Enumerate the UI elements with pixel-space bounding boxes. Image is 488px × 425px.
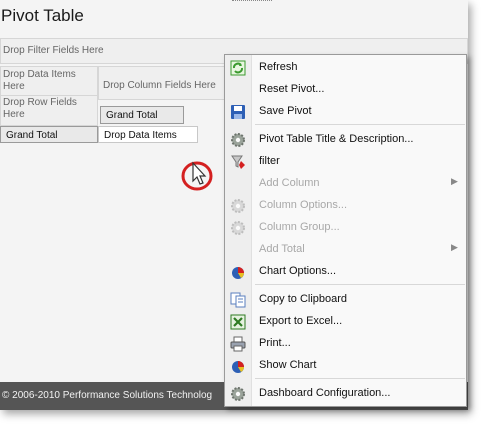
pie-chart-icon (232, 361, 244, 373)
menu-separator (255, 378, 465, 379)
submenu-arrow-icon: ▶ (451, 176, 458, 186)
menu-item-column-group[interactable]: Column Group... (225, 217, 466, 238)
data-items-cell[interactable]: Drop Data Items (98, 126, 198, 143)
submenu-arrow-icon: ▶ (451, 242, 458, 252)
menu-item-dashboard-configuration[interactable]: Dashboard Configuration... (225, 383, 466, 404)
resize-grip[interactable] (232, 0, 272, 4)
cursor-highlight-annotation (181, 161, 213, 191)
context-menu: Refresh Reset Pivot... Save Pivot Pivot … (224, 54, 467, 407)
menu-item-chart-options[interactable]: Chart Options... (225, 261, 466, 282)
menu-item-label: Chart Options... (259, 265, 337, 277)
menu-item-add-column[interactable]: Add Column ▶ (225, 173, 466, 194)
mouse-pointer-icon (192, 161, 207, 185)
menu-item-label: Dashboard Configuration... (259, 387, 391, 399)
menu-item-pivot-title-description[interactable]: Pivot Table Title & Description... (225, 129, 466, 150)
printer-icon (230, 336, 246, 352)
pie-chart-icon (232, 267, 244, 279)
excel-icon (230, 314, 246, 330)
menu-item-show-chart[interactable]: Show Chart (225, 355, 466, 376)
gear-icon (231, 221, 245, 235)
menu-item-add-total[interactable]: Add Total ▶ (225, 239, 466, 260)
menu-item-label: Copy to Clipboard (259, 293, 348, 305)
menu-item-label: Print... (259, 337, 291, 349)
menu-item-label: Refresh (259, 61, 298, 73)
filter-icon (231, 155, 245, 169)
gear-icon (231, 133, 245, 147)
menu-item-label: filter (259, 155, 280, 167)
menu-item-refresh[interactable]: Refresh (225, 57, 466, 78)
grand-total-column-header[interactable]: Grand Total (100, 106, 184, 124)
menu-item-label: Show Chart (259, 359, 317, 371)
copy-icon (230, 292, 246, 308)
menu-item-label: Pivot Table Title & Description... (259, 133, 414, 145)
refresh-icon (230, 60, 246, 76)
menu-item-label: Reset Pivot... (259, 83, 325, 95)
menu-item-label: Add Column (259, 177, 320, 189)
menu-item-print[interactable]: Print... (225, 333, 466, 354)
row-drop-zone[interactable]: Drop Row Fields Here (0, 96, 98, 126)
gear-icon (231, 387, 245, 401)
menu-item-label: Column Group... (259, 221, 340, 233)
menu-item-reset-pivot[interactable]: Reset Pivot... (225, 79, 466, 100)
menu-separator (255, 124, 465, 125)
grand-total-row-header[interactable]: Grand Total (0, 126, 98, 143)
save-icon (231, 105, 245, 119)
page-title: Pivot Table (1, 6, 84, 25)
menu-item-copy-to-clipboard[interactable]: Copy to Clipboard (225, 289, 466, 310)
menu-separator (255, 284, 465, 285)
menu-item-save-pivot[interactable]: Save Pivot (225, 101, 466, 122)
gear-icon (231, 199, 245, 213)
menu-item-label: Add Total (259, 243, 305, 255)
menu-item-filter[interactable]: filter (225, 151, 466, 172)
data-drop-zone[interactable]: Drop Data Items Here (0, 66, 98, 96)
menu-item-column-options[interactable]: Column Options... (225, 195, 466, 216)
menu-item-label: Save Pivot (259, 105, 312, 117)
menu-item-export-to-excel[interactable]: Export to Excel... (225, 311, 466, 332)
menu-item-label: Export to Excel... (259, 315, 343, 327)
menu-item-label: Column Options... (259, 199, 348, 211)
